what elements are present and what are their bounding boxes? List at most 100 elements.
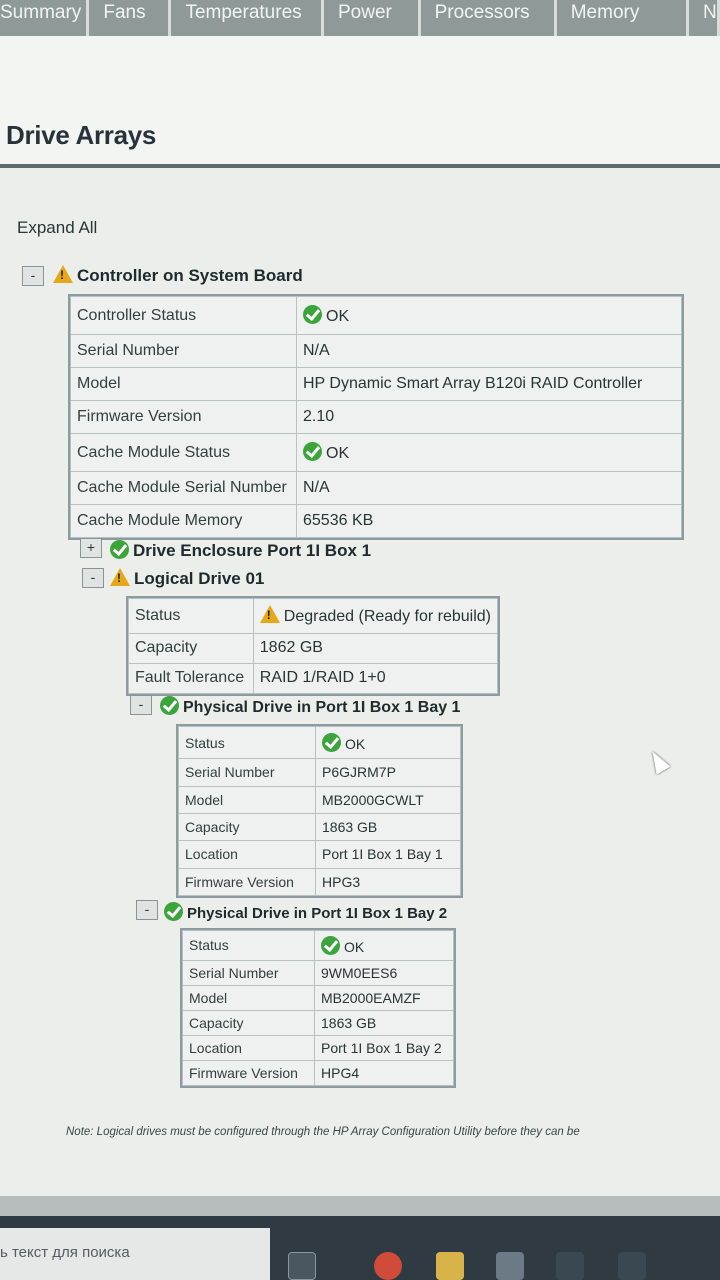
ok-check-icon xyxy=(303,305,322,325)
app-icon[interactable] xyxy=(556,1252,584,1280)
expand-all-link[interactable]: Expand All xyxy=(17,218,97,238)
controller-collapse-toggle[interactable]: - xyxy=(22,266,44,286)
pd1-status-label: Status xyxy=(178,725,316,760)
ok-check-icon xyxy=(322,733,341,753)
table-row: Firmware Version HPG3 xyxy=(178,867,461,897)
cache-module-status-label: Cache Module Status xyxy=(70,432,297,473)
pd2-model-label: Model xyxy=(182,984,315,1011)
ok-check-icon xyxy=(303,442,322,462)
tab-temperatures[interactable]: Temperatures xyxy=(171,0,324,36)
logical-drive-collapse-toggle[interactable]: - xyxy=(82,568,104,588)
status-text: OK xyxy=(326,445,350,463)
physical-drive-2-collapse-toggle[interactable]: - xyxy=(136,900,158,920)
logical-capacity-label: Capacity xyxy=(128,632,254,664)
table-row: Firmware Version HPG4 xyxy=(182,1059,454,1087)
physical-drive-2-title: Physical Drive in Port 1I Box 1 Bay 2 xyxy=(187,905,448,922)
status-text: OK xyxy=(344,938,365,955)
enclosure-expand-toggle[interactable]: + xyxy=(80,538,102,558)
ok-check-icon xyxy=(160,696,179,715)
logical-drive-heading[interactable]: Logical Drive 01 xyxy=(110,568,264,589)
table-row: Capacity 1863 GB xyxy=(182,1009,454,1036)
physical-drive-1-heading[interactable]: Physical Drive in Port 1I Box 1 Bay 1 xyxy=(160,696,460,717)
model-value: HP Dynamic Smart Array B120i RAID Contro… xyxy=(296,367,682,402)
model-label: Model xyxy=(70,367,297,402)
tab-summary[interactable]: Summary xyxy=(0,0,90,36)
controller-status-label: Controller Status xyxy=(70,295,297,336)
pd2-location-value: Port 1I Box 1 Bay 2 xyxy=(314,1034,454,1061)
pd2-firmware-label: Firmware Version xyxy=(182,1059,315,1087)
fault-tolerance-value: RAID 1/RAID 1+0 xyxy=(252,662,499,695)
pd2-serial-label: Serial Number xyxy=(182,959,315,986)
fault-tolerance-label: Fault Tolerance xyxy=(128,662,254,695)
table-row: Cache Module Serial Number N/A xyxy=(70,471,682,506)
pd1-capacity-label: Capacity xyxy=(178,812,316,842)
warning-icon xyxy=(53,265,73,283)
cache-module-serial-label: Cache Module Serial Number xyxy=(70,471,297,506)
pd2-model-value: MB2000EAMZF xyxy=(314,984,454,1011)
pd1-location-label: Location xyxy=(178,840,316,869)
window-bottom-edge xyxy=(0,1196,720,1216)
tab-memory[interactable]: Memory xyxy=(556,0,690,36)
physical-drive-2-details-table: Status OK Serial Number 9WM0EES6 Model M… xyxy=(180,928,456,1088)
status-text: OK xyxy=(326,308,350,326)
physical-drive-2-heading[interactable]: Physical Drive in Port 1I Box 1 Bay 2 xyxy=(164,902,447,922)
pd1-model-value: MB2000GCWLT xyxy=(315,785,461,814)
pd2-capacity-value: 1863 GB xyxy=(314,1009,454,1036)
table-row: Model MB2000EAMZF xyxy=(182,984,454,1011)
pd1-firmware-value: HPG3 xyxy=(315,867,461,897)
controller-title: Controller on System Board xyxy=(77,266,303,285)
table-row: Serial Number N/A xyxy=(70,334,682,369)
taskbar-search-input[interactable]: ь текст для поиска xyxy=(0,1228,270,1280)
physical-drive-1-title: Physical Drive in Port 1I Box 1 Bay 1 xyxy=(183,699,461,716)
tab-power[interactable]: Power xyxy=(324,0,421,36)
pd1-status-value: OK xyxy=(315,725,461,760)
pd1-model-label: Model xyxy=(178,785,316,814)
pd2-firmware-value: HPG4 xyxy=(314,1059,454,1087)
table-row: Location Port 1I Box 1 Bay 1 xyxy=(178,840,461,869)
table-row: Model HP Dynamic Smart Array B120i RAID … xyxy=(70,367,682,402)
warning-icon xyxy=(259,605,280,624)
warning-icon xyxy=(110,568,130,586)
table-row: Status OK xyxy=(182,930,454,961)
table-row: Fault Tolerance RAID 1/RAID 1+0 xyxy=(128,662,499,695)
serial-number-label: Serial Number xyxy=(70,334,297,369)
table-row: Firmware Version 2.10 xyxy=(70,400,682,434)
cache-module-memory-value: 65536 KB xyxy=(296,504,682,538)
pd1-capacity-value: 1863 GB xyxy=(315,812,461,842)
table-row: Status Degraded (Ready for rebuild) xyxy=(128,598,499,634)
logical-drive-details-table: Status Degraded (Ready for rebuild) Capa… xyxy=(126,596,500,696)
controller-details-table: Controller Status OK Serial Number N/A M… xyxy=(68,294,684,540)
pd1-location-value: Port 1I Box 1 Bay 1 xyxy=(315,840,461,869)
task-view-icon[interactable] xyxy=(288,1252,316,1280)
tab-more[interactable]: N xyxy=(689,0,720,36)
firmware-version-value: 2.10 xyxy=(296,400,682,434)
status-text: Degraded (Ready for rebuild) xyxy=(283,608,491,626)
table-row: Capacity 1863 GB xyxy=(178,812,461,842)
file-explorer-icon[interactable] xyxy=(436,1252,464,1280)
table-row: Status OK xyxy=(178,725,461,760)
logical-status-label: Status xyxy=(128,598,254,634)
pd2-location-label: Location xyxy=(182,1034,315,1061)
chrome-icon[interactable] xyxy=(374,1252,402,1280)
app-icon[interactable] xyxy=(618,1252,646,1280)
enclosure-title: Drive Enclosure Port 1I Box 1 xyxy=(133,541,372,560)
firmware-version-label: Firmware Version xyxy=(70,400,297,434)
page-title: Drive Arrays xyxy=(6,120,157,150)
tab-bar: Summary Fans Temperatures Power Processo… xyxy=(0,0,720,36)
configuration-note: Note: Logical drives must be configured … xyxy=(66,1126,580,1138)
table-row: Cache Module Memory 65536 KB xyxy=(70,504,682,538)
table-row: Serial Number P6GJRM7P xyxy=(178,758,461,787)
physical-drive-1-collapse-toggle[interactable]: - xyxy=(130,695,152,715)
pd2-status-label: Status xyxy=(182,930,315,961)
store-icon[interactable] xyxy=(496,1252,524,1280)
tab-processors[interactable]: Processors xyxy=(420,0,557,36)
pd2-serial-value: 9WM0EES6 xyxy=(314,959,454,986)
ok-check-icon xyxy=(321,935,340,955)
cache-module-status-value: OK xyxy=(296,432,682,473)
tab-fans[interactable]: Fans xyxy=(89,0,172,36)
cache-module-memory-label: Cache Module Memory xyxy=(70,504,297,538)
status-text: OK xyxy=(345,736,366,753)
table-row: Capacity 1862 GB xyxy=(128,632,499,664)
controller-heading[interactable]: Controller on System Board xyxy=(53,265,303,286)
enclosure-heading[interactable]: Drive Enclosure Port 1I Box 1 xyxy=(110,540,371,561)
